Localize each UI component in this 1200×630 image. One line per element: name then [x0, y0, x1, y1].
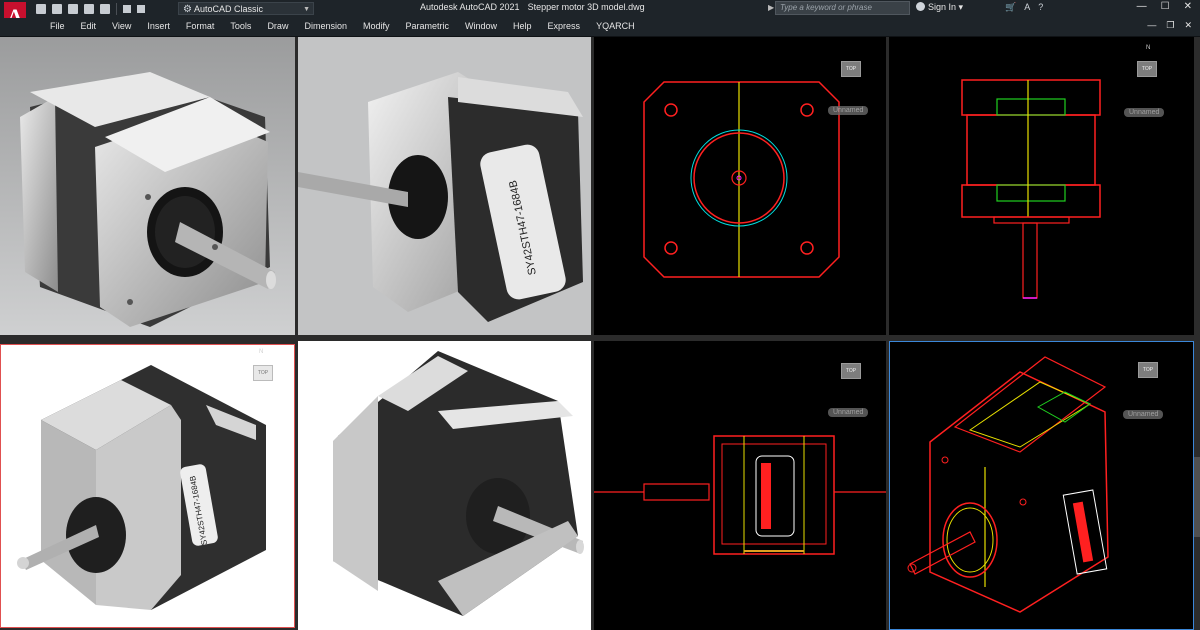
menu-list: File Edit View Insert Format Tools Draw Dimensi… — [42, 21, 643, 31]
menu-item-yqarch[interactable]: YQARCH — [588, 21, 643, 31]
window-controls: — ☐ ✕ — [1137, 1, 1192, 12]
menu-item-modify[interactable]: Modify — [355, 21, 398, 31]
search-expand-icon[interactable]: ▶ — [768, 3, 774, 12]
maximize-icon[interactable]: ☐ — [1161, 1, 1170, 12]
view-cube[interactable]: TOP — [1138, 362, 1158, 378]
menu-item-parametric[interactable]: Parametric — [398, 21, 458, 31]
viewport-realistic-rear[interactable]: SY42STH47-1684B — [298, 37, 591, 335]
menu-item-edit[interactable]: Edit — [73, 21, 105, 31]
close-icon[interactable]: ✕ — [1184, 1, 1192, 12]
motor-wireframe-iso — [907, 356, 1109, 613]
menu-item-dimension[interactable]: Dimension — [296, 21, 355, 31]
motor-wireframe-plan — [594, 435, 886, 555]
search-placeholder: Type a keyword or phrase — [780, 3, 872, 12]
viewport-realistic-front[interactable] — [0, 37, 295, 335]
ucs-unnamed-label[interactable]: Unnamed — [828, 106, 869, 115]
view-cube[interactable]: TOP — [841, 61, 861, 77]
user-icon — [916, 2, 925, 11]
chevron-down-icon: ▼ — [303, 6, 310, 13]
menu-bar: File Edit View Insert Format Tools Draw Dimensi… — [0, 18, 1200, 37]
workspace-select[interactable]: ⚙ AutoCAD Classic ▼ — [178, 2, 314, 15]
cart-icon[interactable]: 🛒 — [1005, 2, 1016, 13]
compass-north: N — [1146, 45, 1151, 51]
drawing-window-controls: — ❐ ✕ — [1147, 20, 1192, 31]
view-cube[interactable]: TOP — [253, 365, 273, 381]
drawing-restore-icon[interactable]: ❐ — [1166, 20, 1174, 31]
menu-item-file[interactable]: File — [42, 21, 73, 31]
viewport-wireframe-iso[interactable]: TOP Unnamed — [889, 341, 1194, 630]
minimize-icon[interactable]: — — [1137, 1, 1147, 12]
new-file-icon[interactable] — [36, 4, 46, 14]
redo-icon[interactable] — [137, 5, 145, 13]
ucs-unnamed-label[interactable]: Unnamed — [1124, 108, 1165, 117]
save-as-icon[interactable] — [84, 4, 94, 14]
drawing-minimize-icon[interactable]: — — [1147, 20, 1156, 31]
menu-item-express[interactable]: Express — [540, 21, 589, 31]
compass-north: N — [259, 349, 264, 355]
motor-render-rear: SY42STH47-1684B — [298, 37, 591, 335]
viewport-wireframe-plan[interactable]: TOP Unnamed — [594, 341, 886, 630]
print-icon[interactable] — [100, 4, 110, 14]
autodesk-app-icon[interactable]: A — [1024, 2, 1030, 13]
help-icon[interactable]: ? — [1038, 2, 1043, 13]
menu-item-insert[interactable]: Insert — [139, 21, 178, 31]
open-folder-icon[interactable] — [52, 4, 62, 14]
menu-item-view[interactable]: View — [104, 21, 139, 31]
gear-icon: ⚙ — [183, 4, 192, 15]
sign-in-button[interactable]: Sign In ▾ — [916, 2, 963, 13]
view-cube[interactable]: TOP — [1137, 61, 1157, 77]
toolbar-divider — [116, 3, 117, 15]
motor-shaded-rear — [333, 351, 584, 616]
menu-item-tools[interactable]: Tools — [222, 21, 259, 31]
title-bar: A ⚙ AutoCAD Classic ▼ Autodesk AutoCAD 20… — [0, 0, 1200, 32]
motor-render-front — [0, 37, 295, 335]
undo-icon[interactable] — [123, 5, 131, 13]
menu-item-format[interactable]: Format — [178, 21, 223, 31]
ucs-unnamed-label[interactable]: Unnamed — [1123, 410, 1164, 419]
motor-wireframe-front — [643, 81, 840, 278]
scrollbar-thumb[interactable] — [1194, 457, 1200, 537]
quick-access-toolbar — [36, 2, 145, 16]
file-title: Stepper motor 3D model.dwg — [527, 2, 645, 12]
vertical-scrollbar[interactable] — [1194, 37, 1200, 630]
right-tools: 🛒 A ? — [1005, 2, 1043, 13]
viewport-shaded-iso-rear[interactable] — [298, 341, 591, 630]
motor-wireframe-side — [961, 79, 1101, 299]
viewport-wireframe-side[interactable]: N TOP Unnamed — [889, 37, 1194, 335]
search-input[interactable]: Type a keyword or phrase — [775, 1, 910, 15]
drawing-close-icon[interactable]: ✕ — [1184, 20, 1192, 31]
menu-item-draw[interactable]: Draw — [259, 21, 296, 31]
motor-shaded-front: SY42STH47-1684B — [17, 365, 266, 610]
save-icon[interactable] — [68, 4, 78, 14]
workspace-label: AutoCAD Classic — [193, 4, 263, 14]
ucs-unnamed-label[interactable]: Unnamed — [828, 408, 869, 417]
window-title: Autodesk AutoCAD 2021 Stepper motor 3D mo… — [420, 2, 645, 12]
sign-in-label: Sign In — [928, 2, 957, 12]
app-title: Autodesk AutoCAD 2021 — [420, 2, 520, 12]
view-cube[interactable]: TOP — [841, 363, 861, 379]
menu-item-window[interactable]: Window — [457, 21, 505, 31]
menu-item-help[interactable]: Help — [505, 21, 540, 31]
viewport-wireframe-front[interactable]: TOP Unnamed — [594, 37, 886, 335]
viewport-shaded-iso-front[interactable]: SY42STH47-1684B N TOP — [0, 344, 295, 628]
